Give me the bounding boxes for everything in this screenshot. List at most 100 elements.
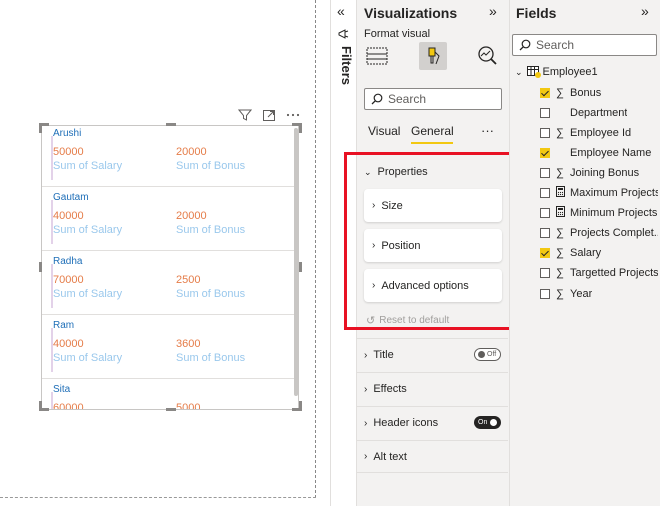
field-checkbox[interactable] — [540, 188, 550, 198]
field-label: Projects Complet... — [570, 227, 658, 239]
sigma-icon: ∑ — [556, 127, 564, 139]
sigma-icon: ∑ — [556, 288, 564, 300]
field-label: Joining Bonus — [570, 167, 640, 179]
calculator-icon — [553, 186, 567, 200]
card-accent-bar — [51, 200, 53, 244]
field-joining-bonus[interactable]: ∑ Joining Bonus — [540, 163, 658, 183]
fields-search-input[interactable]: Search — [512, 34, 657, 56]
more-tabs-icon[interactable]: ··· — [481, 123, 494, 138]
field-label: Salary — [570, 247, 602, 259]
field-label: Employee Id — [570, 127, 632, 139]
card-title: Ram — [53, 320, 75, 331]
field-label: Maximum Projects — [570, 187, 658, 199]
chevron-down-icon: ⌄ — [515, 66, 523, 77]
card-title: Gautam — [53, 192, 89, 203]
multi-row-card[interactable]: Arushi 50000 20000 Sum of Salary Sum of … — [41, 125, 299, 410]
header-icons-section-label: Header icons — [373, 417, 439, 429]
field-minimum-projects[interactable]: Minimum Projects — [540, 203, 658, 223]
format-visual-tab[interactable] — [419, 42, 447, 70]
table-name: Employee1 — [542, 66, 598, 78]
resize-handle[interactable] — [39, 262, 42, 272]
double-chevron-left-icon[interactable]: « — [337, 3, 345, 19]
field-checkbox[interactable] — [540, 88, 550, 98]
field-department[interactable]: Department — [540, 103, 658, 123]
card-accent-bar — [51, 264, 53, 308]
tab-general[interactable]: General — [411, 124, 454, 138]
field-label: Year — [570, 288, 593, 300]
more-options-icon[interactable] — [286, 108, 300, 122]
card-row: Ram 40000 3600 Sum of Salary Sum of Bonu… — [42, 318, 292, 378]
effects-section[interactable]: › Effects — [356, 372, 508, 405]
salary-label: Sum of Salary — [53, 224, 123, 236]
card-title: Arushi — [53, 128, 82, 139]
card-accent-bar — [51, 136, 53, 180]
salary-label: Sum of Salary — [53, 160, 123, 172]
tab-visual[interactable]: Visual — [368, 124, 400, 138]
resize-handle[interactable] — [299, 401, 302, 411]
sigma-icon: ∑ — [556, 167, 564, 179]
field-checkbox[interactable] — [540, 248, 550, 258]
field-maximum-projects[interactable]: Maximum Projects — [540, 183, 658, 203]
viz-search-input[interactable]: Search — [364, 88, 502, 110]
calculator-icon — [553, 206, 567, 220]
field-checkbox[interactable] — [540, 289, 550, 299]
resize-handle[interactable] — [299, 262, 302, 272]
header-icons-toggle[interactable]: On — [474, 416, 501, 429]
resize-handle[interactable] — [166, 123, 176, 126]
sigma-icon: ∑ — [556, 227, 564, 239]
field-year[interactable]: ∑ Year — [540, 284, 658, 304]
filters-pane-label[interactable]: Filters — [334, 46, 354, 85]
sigma-icon: ∑ — [556, 267, 564, 279]
field-employee-name[interactable]: Employee Name — [540, 143, 658, 163]
table-icon — [526, 66, 541, 78]
resize-handle[interactable] — [39, 401, 42, 411]
double-chevron-right-icon[interactable]: » — [641, 3, 649, 19]
field-salary[interactable]: ∑ Salary — [540, 243, 658, 263]
tab-active-indicator — [411, 142, 453, 144]
field-bonus[interactable]: ∑ Bonus — [540, 83, 658, 103]
card-title: Sita — [53, 384, 71, 395]
salary-value: 60000 — [53, 402, 84, 410]
field-employee-id[interactable]: ∑ Employee Id — [540, 123, 658, 143]
bonus-value: 3600 — [176, 338, 201, 350]
alt-text-section[interactable]: › Alt text — [356, 440, 508, 473]
field-checkbox[interactable] — [540, 148, 550, 158]
build-visual-icon[interactable] — [366, 46, 388, 68]
resize-handle[interactable] — [39, 123, 42, 133]
field-checkbox[interactable] — [540, 228, 550, 238]
table-employee1[interactable]: ⌄ Employee1 — [515, 66, 598, 78]
chevron-right-icon: › — [364, 451, 368, 462]
chevron-right-icon: › — [364, 417, 368, 429]
search-icon — [519, 39, 531, 51]
search-icon — [371, 93, 383, 105]
field-targetted-projects[interactable]: ∑ Targetted Projects — [540, 263, 658, 283]
title-toggle[interactable]: Off — [474, 348, 501, 361]
double-chevron-right-icon[interactable]: » — [489, 3, 497, 19]
resize-handle[interactable] — [166, 408, 176, 411]
field-label: Bonus — [570, 87, 602, 99]
alt-text-section-label: Alt text — [373, 450, 407, 463]
chevron-right-icon: › — [364, 349, 368, 361]
field-checkbox[interactable] — [540, 268, 550, 278]
card-row: Gautam 40000 20000 Sum of Salary Sum of … — [42, 190, 292, 250]
card-scrollbar[interactable] — [294, 128, 298, 396]
field-checkbox[interactable] — [540, 168, 550, 178]
focus-mode-icon[interactable] — [262, 108, 276, 122]
field-projects-completed[interactable]: ∑ Projects Complet... — [540, 223, 658, 243]
salary-label: Sum of Salary — [53, 352, 123, 364]
fields-title: Fields — [516, 5, 557, 21]
analytics-icon[interactable] — [475, 44, 499, 68]
bonus-value: 2500 — [176, 274, 201, 286]
field-checkbox[interactable] — [540, 128, 550, 138]
field-checkbox[interactable] — [540, 108, 550, 118]
paintbrush-icon — [428, 47, 440, 65]
card-row: Radha 70000 2500 Sum of Salary Sum of Bo… — [42, 254, 292, 314]
filter-icon[interactable] — [238, 108, 252, 122]
resize-handle[interactable] — [299, 123, 302, 133]
field-checkbox[interactable] — [540, 208, 550, 218]
bonus-value: 20000 — [176, 210, 207, 222]
bonus-label: Sum of Bonus — [176, 160, 246, 172]
fields-search-placeholder: Search — [536, 38, 575, 52]
bonus-label: Sum of Bonus — [176, 224, 246, 236]
card-row: Arushi 50000 20000 Sum of Salary Sum of … — [42, 126, 292, 186]
